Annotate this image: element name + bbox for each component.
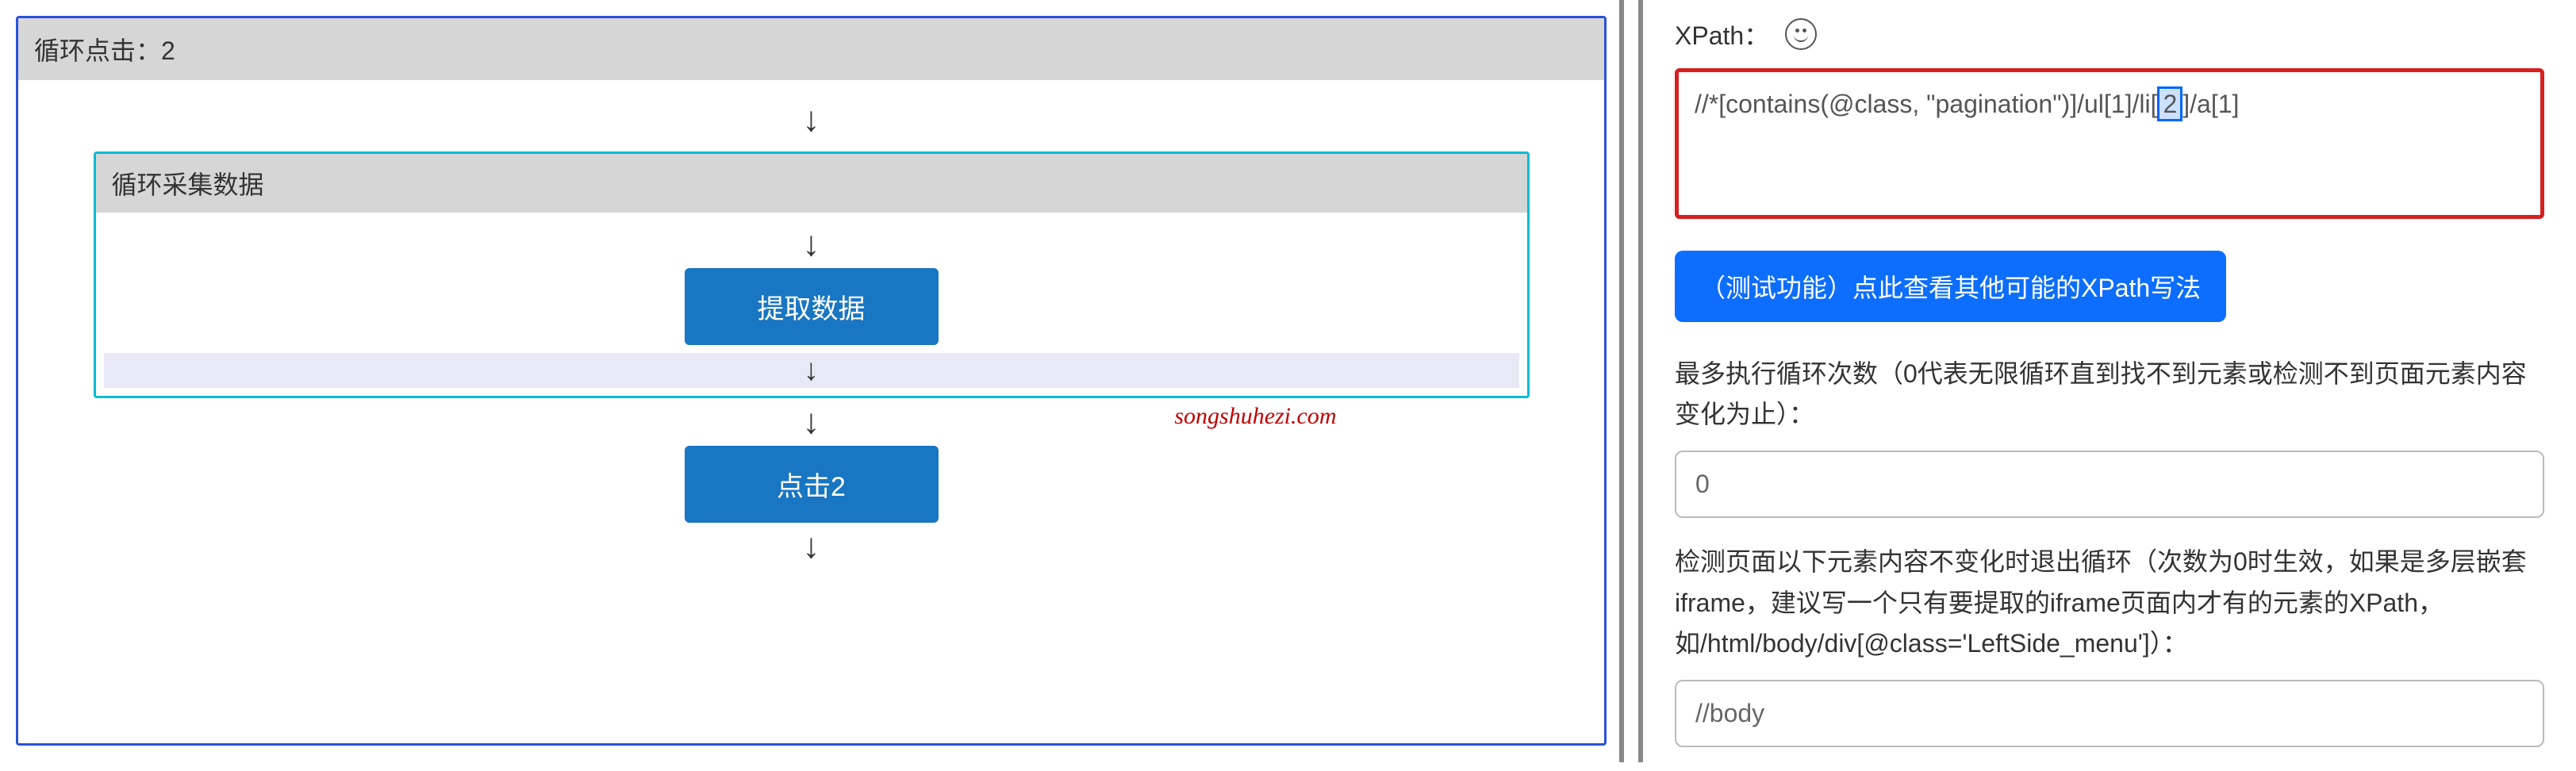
smiley-icon[interactable] [1785, 18, 1817, 50]
xpath-text-prefix: //*[contains(@class, "pagination")]/ul[1… [1695, 90, 2157, 118]
loop-click-container[interactable]: 循环点击：2 ↓ 循环采集数据 ↓ 提取数据 songshuhezi.com ↓… [16, 16, 1607, 746]
arrow-down-icon: ↓ [803, 405, 820, 439]
arrow-down-icon: ↓ [803, 529, 820, 564]
arrow-down-icon: ↓ [803, 227, 820, 262]
inner-flow: ↓ 提取数据 songshuhezi.com ↓ [96, 213, 1527, 396]
detect-element-input[interactable] [1675, 680, 2544, 747]
properties-panel: XPath： //*[contains(@class, "pagination"… [1638, 0, 2576, 762]
max-loop-input[interactable] [1675, 451, 2544, 518]
click-2-button[interactable]: 点击2 [685, 446, 939, 523]
inner-bottom-bar: ↓ [104, 353, 1519, 388]
xpath-input[interactable]: //*[contains(@class, "pagination")]/ul[1… [1675, 68, 2544, 219]
watermark-text: songshuhezi.com [1174, 403, 1336, 430]
detect-element-label: 检测页面以下元素内容不变化时退出循环（次数为0时生效，如果是多层嵌套iframe… [1675, 542, 2544, 664]
inner-loop-header: 循环采集数据 [96, 154, 1527, 213]
extract-data-button[interactable]: 提取数据 [685, 268, 939, 345]
arrow-down-icon: ↓ [804, 355, 819, 386]
test-xpath-button[interactable]: （测试功能）点此查看其他可能的XPath写法 [1675, 251, 2226, 322]
outer-loop-header: 循环点击：2 [18, 18, 1604, 80]
outer-flow: ↓ 循环采集数据 ↓ 提取数据 songshuhezi.com ↓ ↓ 点击2 … [18, 80, 1604, 586]
arrow-down-icon: ↓ [803, 102, 820, 137]
xpath-text-suffix: ]/a[1] [2182, 90, 2239, 118]
xpath-label: XPath： [1675, 16, 1769, 52]
max-loop-label: 最多执行循环次数（0代表无限循环直到找不到元素或检测不到页面元素内容变化为止）： [1675, 354, 2544, 435]
workflow-canvas: 循环点击：2 ↓ 循环采集数据 ↓ 提取数据 songshuhezi.com ↓… [0, 0, 1622, 762]
xpath-highlight-index[interactable]: 2 [2157, 86, 2182, 121]
xpath-label-row: XPath： [1675, 16, 2544, 52]
loop-collect-container[interactable]: 循环采集数据 ↓ 提取数据 songshuhezi.com ↓ [94, 152, 1530, 398]
